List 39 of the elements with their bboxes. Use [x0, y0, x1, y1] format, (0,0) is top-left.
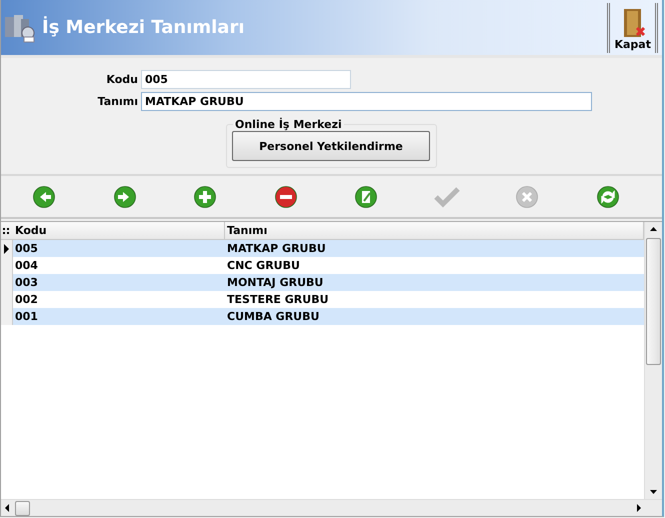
group-title: Online İş Merkezi — [234, 118, 343, 131]
window-title: İş Merkezi Tanımları — [42, 17, 246, 38]
field-label: Kodu — [105, 73, 138, 86]
horizontal-scrollbar[interactable] — [1, 499, 662, 516]
table-cell-text: TESTERE GRUBU — [226, 292, 330, 308]
table-cell-text: CNC GRUBU — [226, 258, 301, 274]
table-cell-text: MONTAJ GRUBU — [226, 275, 324, 291]
plus-icon — [194, 186, 216, 208]
table-cell-text: 002 — [14, 292, 39, 308]
scroll-thumb[interactable] — [646, 238, 661, 365]
scroll-thumb[interactable] — [15, 500, 30, 516]
personnel-authorization-button[interactable]: Personel Yetkilendirme — [232, 131, 430, 161]
check-icon — [434, 186, 460, 208]
table-row[interactable]: 001 CUMBA GRUBU — [1, 308, 644, 325]
prev-button[interactable] — [31, 184, 57, 210]
refresh-button[interactable] — [594, 184, 621, 210]
delete-button[interactable] — [272, 184, 299, 210]
table-cell-text: 005 — [14, 241, 39, 257]
cancel-icon — [516, 186, 538, 208]
next-button[interactable] — [112, 184, 138, 210]
table-cell-text: 004 — [14, 258, 39, 274]
door-icon — [621, 8, 648, 38]
edit-icon — [355, 186, 378, 208]
column-header[interactable]: Kodu — [13, 222, 225, 239]
edit-button[interactable] — [353, 184, 380, 210]
field-label: Tanımı — [96, 95, 138, 108]
table-row[interactable]: 003 MONTAJ GRUBU — [1, 274, 644, 291]
close-button[interactable]: Kapat — [607, 2, 658, 52]
input-field[interactable]: 005 — [141, 70, 351, 89]
table-cell-text: 003 — [14, 275, 39, 291]
table-cell-text: CUMBA GRUBU — [226, 309, 320, 325]
refresh-icon — [596, 186, 619, 208]
add-button[interactable] — [192, 184, 218, 210]
minus-icon — [274, 186, 297, 208]
vertical-scrollbar[interactable] — [644, 222, 662, 499]
input-field[interactable]: MATKAP GRUBU — [141, 92, 592, 111]
table-row[interactable]: 005 MATKAP GRUBU — [1, 240, 644, 257]
table-cell-text: 001 — [14, 309, 39, 325]
table-cell-text: MATKAP GRUBU — [226, 241, 327, 257]
